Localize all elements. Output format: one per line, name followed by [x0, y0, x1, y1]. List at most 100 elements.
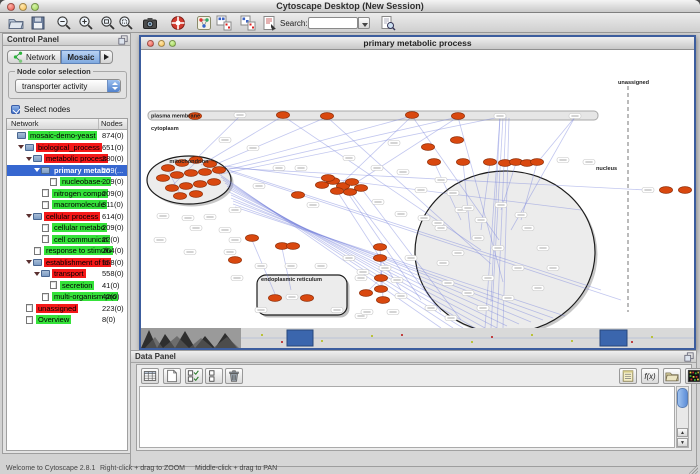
- tree-row[interactable]: nitrogen compo209(0): [7, 188, 127, 200]
- expand-arrow-icon[interactable]: [34, 168, 40, 172]
- tree-col-nodes: Nodes: [99, 119, 127, 129]
- table-scrollbar[interactable]: ▲ ▼: [676, 386, 689, 448]
- page-icon: [26, 304, 33, 312]
- tree-row[interactable]: mosaic-demo-yeast874(0): [7, 130, 127, 142]
- table-mode-icon[interactable]: [141, 368, 159, 384]
- zoom-in-icon[interactable]: [78, 15, 94, 31]
- save-session-icon[interactable]: [30, 15, 46, 31]
- tree-header: Network Nodes: [7, 119, 127, 130]
- float-panel-icon[interactable]: [684, 352, 694, 362]
- node-color-dropdown[interactable]: transporter activity: [15, 79, 121, 93]
- svg-text:endoplasmic reticulum: endoplasmic reticulum: [261, 277, 322, 283]
- control-panel: Control Panel NetworkMosaic Node color s…: [2, 33, 131, 454]
- annotation-icon[interactable]: [262, 15, 278, 31]
- scroll-up-button[interactable]: ▲: [677, 428, 688, 437]
- search-config-icon[interactable]: [380, 15, 396, 31]
- unselect-attributes-icon[interactable]: [205, 368, 223, 384]
- dropdown-stepper-icon: [107, 80, 120, 92]
- status-welcome: Welcome to Cytoscape 2.8.1: [6, 465, 95, 472]
- tree-row[interactable]: cellular metabo209(0): [7, 222, 127, 234]
- network-tree: Network Nodes mosaic-demo-yeast874(0)bio…: [6, 118, 128, 451]
- network-window-titlebar[interactable]: primary metabolic process: [141, 37, 694, 50]
- svg-text:plasma membrane: plasma membrane: [151, 114, 200, 120]
- report-icon[interactable]: [619, 368, 637, 384]
- tree-row-count: 223(0): [102, 304, 124, 313]
- zoom-fit-icon[interactable]: [100, 15, 116, 31]
- tab-mosaic[interactable]: Mosaic: [61, 50, 100, 64]
- delete-attribute-icon[interactable]: [225, 368, 243, 384]
- data-panel-header: Data Panel: [131, 351, 696, 363]
- zoom-out-icon[interactable]: [56, 15, 72, 31]
- help-icon[interactable]: [170, 15, 186, 31]
- tree-row[interactable]: response to stimulu264(0): [7, 245, 127, 257]
- svg-text:unassigned: unassigned: [618, 80, 650, 86]
- tree-row-label: cellular metabo: [52, 223, 107, 232]
- tree-row-label: mosaic-demo-yeast: [28, 131, 97, 140]
- expand-arrow-icon[interactable]: [26, 260, 32, 264]
- tree-row[interactable]: macromolecule311(0): [7, 199, 127, 211]
- select-nodes-checkbox[interactable]: [11, 105, 20, 114]
- network-overview-strip: [141, 328, 694, 348]
- select-attributes-icon[interactable]: [185, 368, 203, 384]
- tree-row[interactable]: nucleobase-...209(0): [7, 176, 127, 188]
- scroll-down-button[interactable]: ▼: [677, 438, 688, 447]
- tree-row[interactable]: establishment of lo558(0): [7, 257, 127, 269]
- control-panel-header: Control Panel: [3, 34, 130, 46]
- search-label: Search:: [280, 19, 308, 28]
- main-toolbar: Search:: [0, 13, 700, 33]
- control-panel-tabs: Network Mosaic: [7, 50, 113, 64]
- tree-row[interactable]: cellular process614(0): [7, 211, 127, 223]
- import-attributes-icon[interactable]: [663, 368, 681, 384]
- tree-row[interactable]: secretion41(0): [7, 280, 127, 292]
- tree-row[interactable]: Overview8(0): [7, 314, 127, 326]
- more-tabs-arrow[interactable]: [100, 50, 113, 64]
- svg-text:cytoplasm: cytoplasm: [151, 126, 179, 132]
- network-tree-rows: mosaic-demo-yeast874(0)biological_proces…: [7, 130, 127, 326]
- new-network-from-selection-all-edges-icon[interactable]: [216, 15, 232, 31]
- page-icon: [42, 224, 49, 232]
- zoom-selected-icon[interactable]: [118, 15, 134, 31]
- window-titlebar: Cytoscape Desktop (New Session): [0, 0, 700, 13]
- status-bar: Welcome to Cytoscape 2.8.1 Right-click +…: [0, 463, 700, 474]
- resize-grip[interactable]: [689, 465, 698, 474]
- network-tab-icon: [13, 51, 23, 63]
- float-panel-icon[interactable]: [118, 35, 128, 45]
- tree-row[interactable]: biological_process651(0): [7, 142, 127, 154]
- tree-row[interactable]: cell communicat22(0): [7, 234, 127, 246]
- scrollbar-thumb[interactable]: [677, 388, 688, 408]
- tab-network[interactable]: Network: [7, 50, 61, 64]
- tree-row[interactable]: primary metabo209(...: [7, 165, 127, 177]
- expand-arrow-icon[interactable]: [26, 157, 32, 161]
- search-input[interactable]: [308, 17, 358, 29]
- data-panel: Data Panel f(x) ▲ ▼: [130, 350, 697, 467]
- cytoscape-window: Cytoscape Desktop (New Session) Search: …: [0, 0, 700, 474]
- vizmapper-icon[interactable]: [196, 15, 212, 31]
- tree-row-count: 22(0): [102, 235, 120, 244]
- search-dropdown-arrow[interactable]: [358, 17, 370, 29]
- new-attribute-icon[interactable]: [163, 368, 181, 384]
- function-builder-icon[interactable]: f(x): [641, 368, 659, 384]
- tree-row[interactable]: unassigned223(0): [7, 303, 127, 315]
- folder-icon: [33, 155, 42, 162]
- new-network-from-selection-sel-edges-icon[interactable]: [240, 15, 256, 31]
- heatmap-icon[interactable]: [685, 368, 700, 384]
- expand-arrow-icon[interactable]: [34, 272, 40, 276]
- snapshot-icon[interactable]: [142, 15, 158, 31]
- data-panel-body: f(x) ▲ ▼: [136, 364, 692, 451]
- expand-arrow-icon[interactable]: [18, 145, 24, 149]
- tree-row[interactable]: multi-organism pro42(0): [7, 291, 127, 303]
- tree-row-count: 311(0): [102, 200, 123, 209]
- tab-label: Network: [26, 53, 55, 62]
- tree-row[interactable]: transport558(0): [7, 268, 127, 280]
- tree-row-count: 651(0): [102, 143, 124, 152]
- network-canvas[interactable]: plasma membranecytoplasmmitochondrionnuc…: [141, 50, 694, 328]
- page-icon: [50, 281, 57, 289]
- open-session-icon[interactable]: [8, 15, 24, 31]
- tree-row[interactable]: metabolic process280(0): [7, 153, 127, 165]
- tree-row-count: 280(0): [102, 154, 124, 163]
- expand-arrow-icon[interactable]: [26, 214, 32, 218]
- attribute-table: [139, 386, 675, 448]
- tree-row-label: cellular process: [44, 212, 100, 221]
- tree-row-count: 558(0): [102, 258, 124, 267]
- folder-icon: [33, 213, 42, 220]
